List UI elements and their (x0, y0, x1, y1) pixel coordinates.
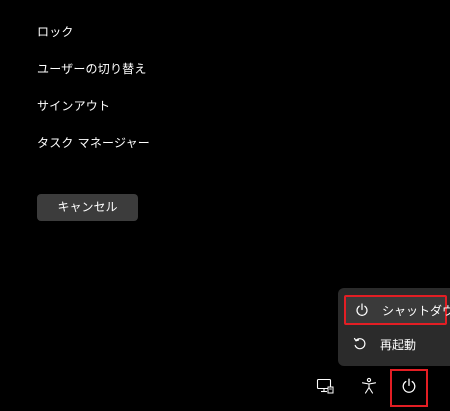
shutdown-option[interactable]: シャットダウン (344, 295, 450, 325)
power-icon (401, 378, 417, 398)
network-button[interactable] (309, 369, 341, 407)
sign-out-option[interactable]: サインアウト (37, 98, 110, 114)
restart-label: 再起動 (380, 337, 417, 352)
network-icon (316, 377, 334, 399)
switch-user-option[interactable]: ユーザーの切り替え (37, 61, 147, 77)
shutdown-label: シャットダウン (382, 303, 450, 318)
accessibility-icon (360, 377, 378, 399)
task-manager-option[interactable]: タスク マネージャー (37, 135, 150, 151)
restart-option[interactable]: 再起動 (344, 329, 444, 359)
lock-option[interactable]: ロック (37, 24, 74, 40)
accessibility-button[interactable] (353, 369, 385, 407)
cancel-button[interactable]: キャンセル (37, 194, 138, 221)
restart-icon (352, 336, 368, 352)
power-options-flyout: シャットダウン 再起動 (338, 288, 450, 366)
power-icon (354, 302, 370, 318)
power-button[interactable] (390, 369, 428, 407)
